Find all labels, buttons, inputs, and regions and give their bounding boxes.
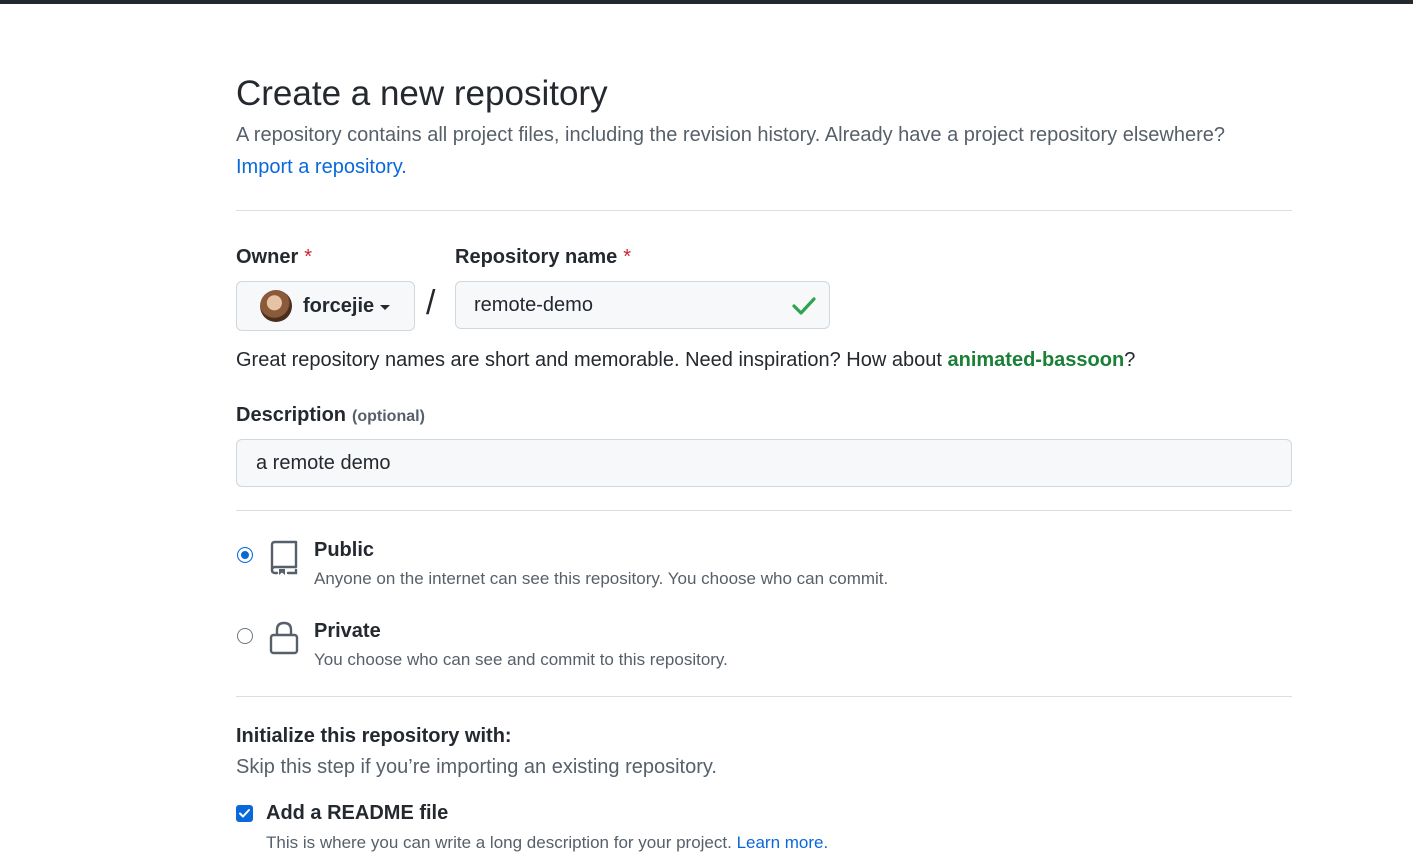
import-repository-link[interactable]: Import a repository. [236, 156, 407, 179]
private-title: Private [314, 620, 381, 642]
owner-label-text: Owner [236, 246, 299, 268]
readme-checkbox[interactable] [236, 805, 253, 822]
learn-more-link[interactable]: Learn more. [737, 833, 829, 852]
divider [236, 510, 1292, 511]
repository-name-label-text: Repository name [455, 246, 618, 268]
public-radio[interactable] [237, 547, 253, 563]
private-radio[interactable] [237, 628, 253, 644]
optional-note: (optional) [352, 408, 425, 425]
owner-label: Owner * [236, 246, 312, 269]
description-value: a remote demo [256, 452, 391, 474]
required-mark: * [623, 246, 632, 268]
private-description: You choose who can see and commit to thi… [314, 650, 728, 669]
lock-icon [269, 621, 299, 655]
readme-label[interactable]: Add a README file [266, 802, 448, 825]
repository-name-hint: Great repository names are short and mem… [236, 349, 1135, 372]
description-label-text: Description [236, 404, 347, 426]
repo-icon [270, 540, 298, 575]
required-mark: * [304, 246, 313, 268]
repository-name-label: Repository name * [455, 246, 631, 269]
description-label: Description (optional) [236, 404, 425, 427]
page-subtitle: A repository contains all project files,… [236, 124, 1226, 146]
divider [236, 696, 1292, 697]
top-border [0, 0, 1413, 4]
readme-description: This is where you can write a long descr… [266, 833, 828, 853]
public-title: Public [314, 539, 375, 561]
owner-repo-separator: / [426, 284, 436, 322]
description-input[interactable]: a remote demo [236, 439, 1292, 487]
hint-text: Great repository names are short and mem… [236, 349, 948, 371]
avatar [260, 290, 292, 322]
initialize-subtitle: Skip this step if you’re importing an ex… [236, 756, 717, 778]
hint-suffix: ? [1124, 349, 1136, 371]
readme-description-text: This is where you can write a long descr… [266, 833, 732, 852]
repository-name-input[interactable]: remote-demo [455, 281, 830, 329]
initialize-title: Initialize this repository with: [236, 725, 512, 747]
checkmark-icon [239, 809, 250, 818]
divider [236, 210, 1292, 211]
check-icon [792, 297, 816, 315]
owner-dropdown[interactable]: forcejie [236, 281, 415, 331]
chevron-down-icon [380, 305, 391, 310]
owner-name: forcejie [303, 294, 375, 317]
suggested-name[interactable]: animated-bassoon [947, 349, 1124, 371]
repository-name-value: remote-demo [474, 294, 593, 316]
page-title: Create a new repository [236, 74, 608, 113]
public-description: Anyone on the internet can see this repo… [314, 569, 889, 588]
